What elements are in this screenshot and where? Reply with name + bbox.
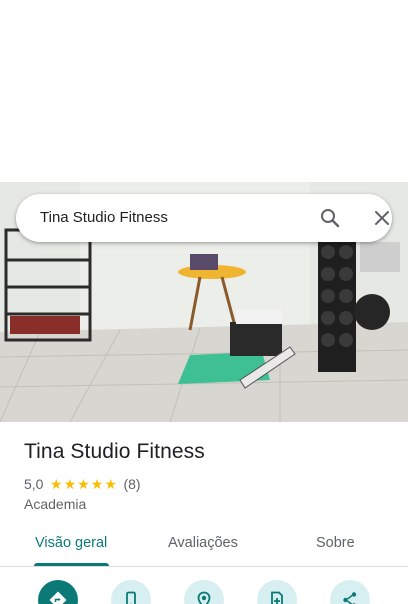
rating-row[interactable]: 5,0 ★ ★ ★ ★ ★ (8)	[24, 475, 141, 493]
share-button[interactable]	[330, 580, 370, 604]
search-icon[interactable]	[318, 206, 342, 230]
tab-about[interactable]: Sobre	[316, 535, 355, 551]
tab-bar: Visão geral Avaliações Sobre	[0, 526, 408, 566]
rating-value: 5,0	[24, 476, 44, 492]
location-pin-icon	[197, 591, 211, 604]
place-category: Academia	[24, 496, 87, 512]
search-bar[interactable]: Tina Studio Fitness	[16, 194, 392, 242]
star-icon: ★	[63, 476, 77, 492]
directions-button[interactable]	[38, 580, 78, 604]
call-button[interactable]	[111, 580, 151, 604]
star-icon: ★	[90, 476, 104, 492]
tab-overview[interactable]: Visão geral	[35, 535, 107, 551]
star-icon: ★	[77, 476, 90, 492]
search-query[interactable]: Tina Studio Fitness	[40, 209, 168, 226]
directions-icon	[49, 591, 67, 604]
place-title: Tina Studio Fitness	[24, 440, 205, 463]
star-rating: ★ ★ ★ ★ ★	[49, 477, 117, 491]
map-blank-area	[0, 0, 408, 182]
star-icon: ★	[49, 476, 63, 492]
save-document-icon	[271, 591, 283, 604]
close-icon[interactable]	[370, 206, 394, 230]
review-count[interactable]: (8)	[123, 476, 140, 492]
tab-reviews[interactable]: Avaliações	[168, 535, 238, 551]
star-icon: ★	[104, 476, 117, 492]
phone-icon	[126, 591, 136, 604]
nearby-button[interactable]	[184, 580, 224, 604]
divider	[0, 566, 408, 567]
share-icon	[343, 592, 357, 604]
save-button[interactable]	[257, 580, 297, 604]
